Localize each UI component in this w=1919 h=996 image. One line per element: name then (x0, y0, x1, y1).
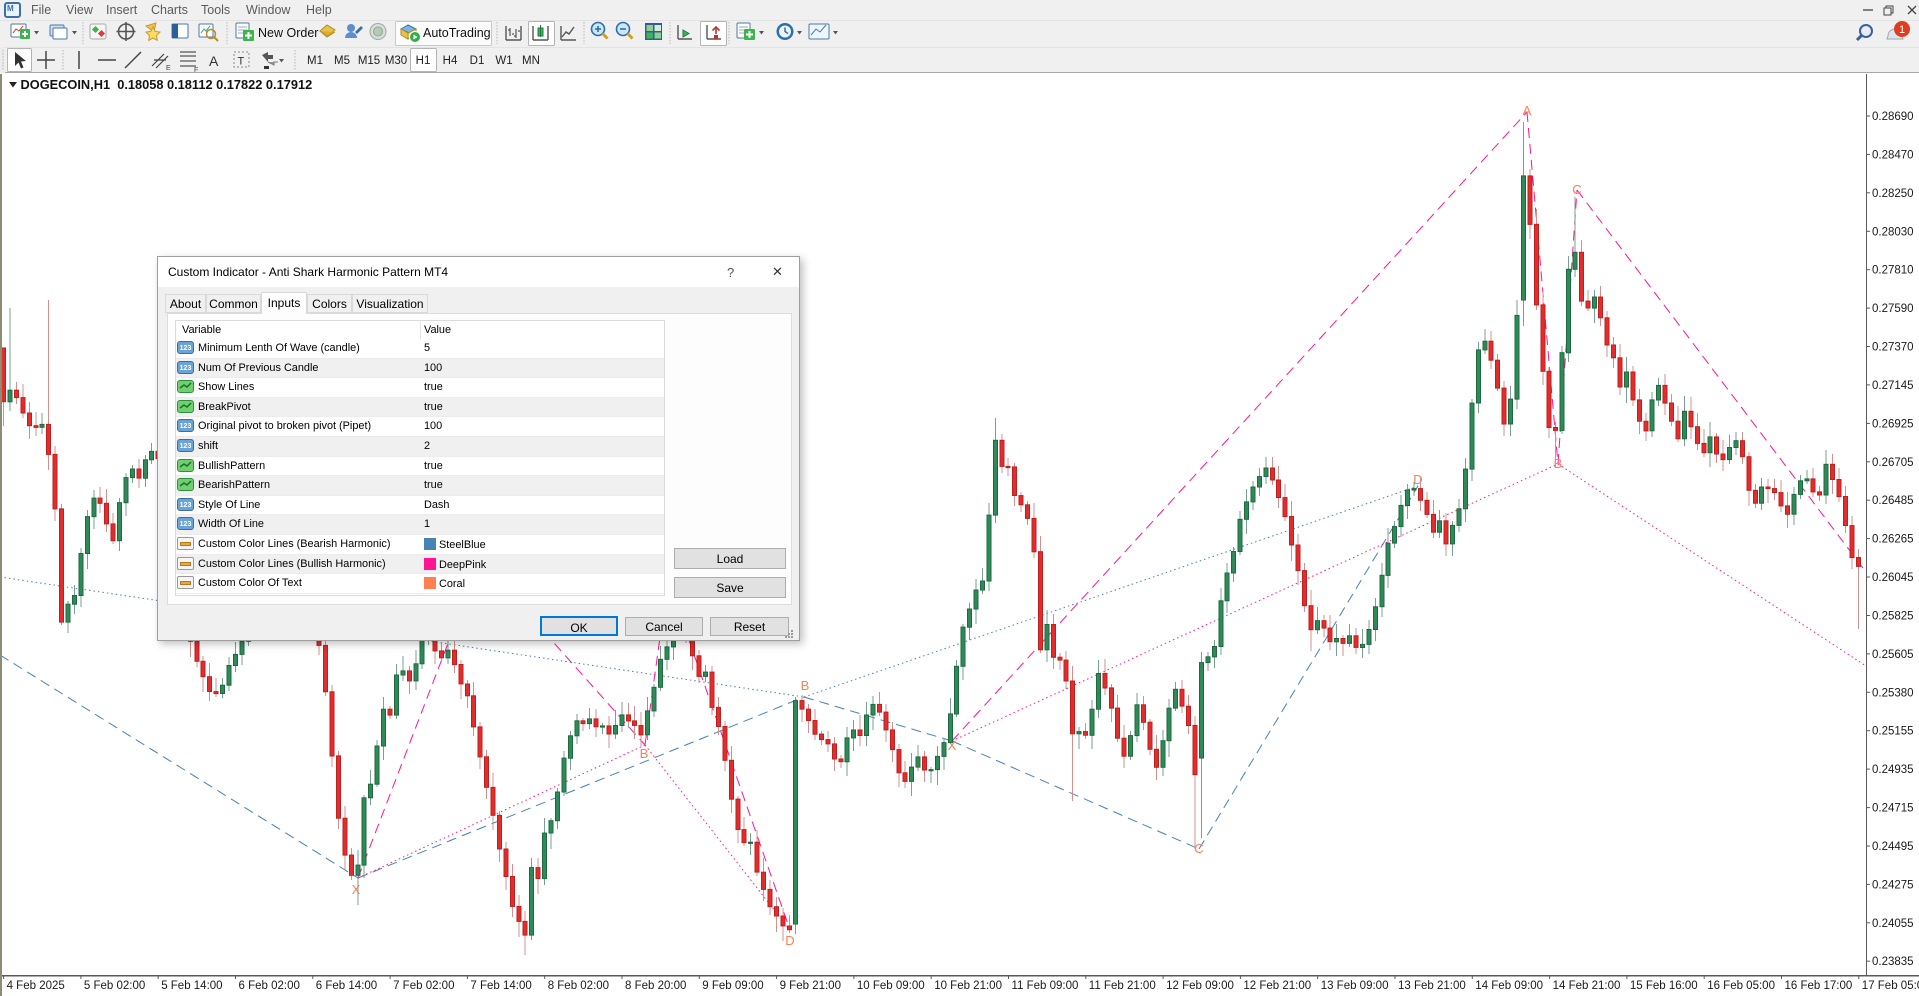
svg-text:0.25825: 0.25825 (1872, 611, 1914, 623)
svg-text:0.28030: 0.28030 (1872, 226, 1914, 238)
svg-text:X: X (352, 882, 361, 897)
svg-text:M5: M5 (334, 55, 350, 67)
svg-text:MN: MN (522, 55, 540, 67)
svg-text:0.26265: 0.26265 (1872, 534, 1914, 546)
svg-text:0.25380: 0.25380 (1872, 687, 1914, 699)
svg-text:0.28470: 0.28470 (1872, 149, 1914, 161)
svg-text:0.24715: 0.24715 (1872, 803, 1914, 815)
svg-text:0.27145: 0.27145 (1872, 380, 1914, 392)
svg-text:0.26045: 0.26045 (1872, 572, 1914, 584)
svg-text:0.24055: 0.24055 (1872, 918, 1914, 930)
svg-text:0.28690: 0.28690 (1872, 111, 1914, 123)
svg-text:0.24935: 0.24935 (1872, 764, 1914, 776)
svg-text:13 Feb 09:00: 13 Feb 09:00 (1321, 980, 1389, 992)
svg-text:5 Feb 14:00: 5 Feb 14:00 (161, 980, 222, 992)
svg-text:M30: M30 (385, 55, 407, 67)
svg-text:8 Feb 20:00: 8 Feb 20:00 (625, 980, 686, 992)
svg-text:0.24495: 0.24495 (1872, 841, 1914, 853)
svg-text:C: C (1572, 182, 1581, 197)
svg-text:16 Feb 05:00: 16 Feb 05:00 (1707, 980, 1775, 992)
svg-text:M15: M15 (358, 55, 380, 67)
svg-text:B: B (801, 678, 810, 693)
svg-text:0.23835: 0.23835 (1872, 956, 1914, 968)
svg-text:0.26925: 0.26925 (1872, 418, 1914, 430)
svg-text:AutoTrading: AutoTrading (423, 26, 491, 40)
svg-text:12 Feb 09:00: 12 Feb 09:00 (1166, 980, 1234, 992)
svg-text:12 Feb 21:00: 12 Feb 21:00 (1243, 980, 1311, 992)
svg-text:6 Feb 02:00: 6 Feb 02:00 (239, 980, 300, 992)
svg-text:13 Feb 21:00: 13 Feb 21:00 (1398, 980, 1466, 992)
svg-text:7 Feb 02:00: 7 Feb 02:00 (393, 980, 454, 992)
svg-text:0.25605: 0.25605 (1872, 649, 1914, 661)
svg-text:1: 1 (1899, 24, 1905, 36)
svg-text:C: C (1194, 841, 1203, 856)
svg-text:D: D (1413, 472, 1422, 487)
svg-text:0.28250: 0.28250 (1872, 188, 1914, 200)
svg-text:5 Feb 02:00: 5 Feb 02:00 (84, 980, 145, 992)
svg-text:8 Feb 02:00: 8 Feb 02:00 (548, 980, 609, 992)
svg-text:A: A (209, 53, 219, 69)
svg-text:D1: D1 (470, 55, 485, 67)
svg-text:0.27810: 0.27810 (1872, 265, 1914, 277)
svg-text:M1: M1 (307, 55, 323, 67)
svg-text:11 Feb 21:00: 11 Feb 21:00 (1089, 980, 1156, 992)
svg-text:11 Feb 09:00: 11 Feb 09:00 (1012, 980, 1079, 992)
svg-text:9 Feb 21:00: 9 Feb 21:00 (780, 980, 841, 992)
svg-text:10 Feb 09:00: 10 Feb 09:00 (857, 980, 925, 992)
svg-text:New Order: New Order (258, 26, 318, 40)
svg-text:H4: H4 (443, 55, 458, 67)
svg-text:10 Feb 21:00: 10 Feb 21:00 (934, 980, 1002, 992)
svg-text:15 Feb 16:00: 15 Feb 16:00 (1630, 980, 1698, 992)
svg-text:W1: W1 (495, 55, 512, 67)
svg-text:17 Feb 05:00: 17 Feb 05:00 (1862, 980, 1919, 992)
svg-text:0.25155: 0.25155 (1872, 726, 1914, 738)
svg-text:F: F (194, 67, 198, 74)
svg-text:9 Feb 09:00: 9 Feb 09:00 (702, 980, 763, 992)
svg-text:D: D (785, 933, 794, 948)
svg-text:B: B (640, 746, 649, 761)
svg-text:DOGECOIN,H1 0.18058 0.18112 0: DOGECOIN,H1 0.18058 0.18112 0.17822 0.17… (21, 77, 313, 92)
svg-text:16 Feb 17:00: 16 Feb 17:00 (1785, 980, 1853, 992)
svg-text:4 Feb 2025: 4 Feb 2025 (7, 980, 65, 992)
svg-text:14 Feb 09:00: 14 Feb 09:00 (1475, 980, 1543, 992)
svg-text:6 Feb 14:00: 6 Feb 14:00 (316, 980, 377, 992)
svg-text:0.24275: 0.24275 (1872, 879, 1914, 891)
svg-text:H1: H1 (416, 55, 431, 67)
svg-text:0.27370: 0.27370 (1872, 342, 1914, 354)
svg-text:E: E (166, 65, 171, 72)
svg-text:B: B (1554, 456, 1563, 471)
svg-text:0.26705: 0.26705 (1872, 457, 1914, 469)
svg-text:A: A (1523, 103, 1532, 118)
svg-text:0.26485: 0.26485 (1872, 495, 1914, 507)
svg-text:14 Feb 21:00: 14 Feb 21:00 (1553, 980, 1621, 992)
svg-text:7 Feb 14:00: 7 Feb 14:00 (470, 980, 531, 992)
svg-text:0.27590: 0.27590 (1872, 303, 1914, 315)
svg-text:T: T (238, 56, 245, 68)
